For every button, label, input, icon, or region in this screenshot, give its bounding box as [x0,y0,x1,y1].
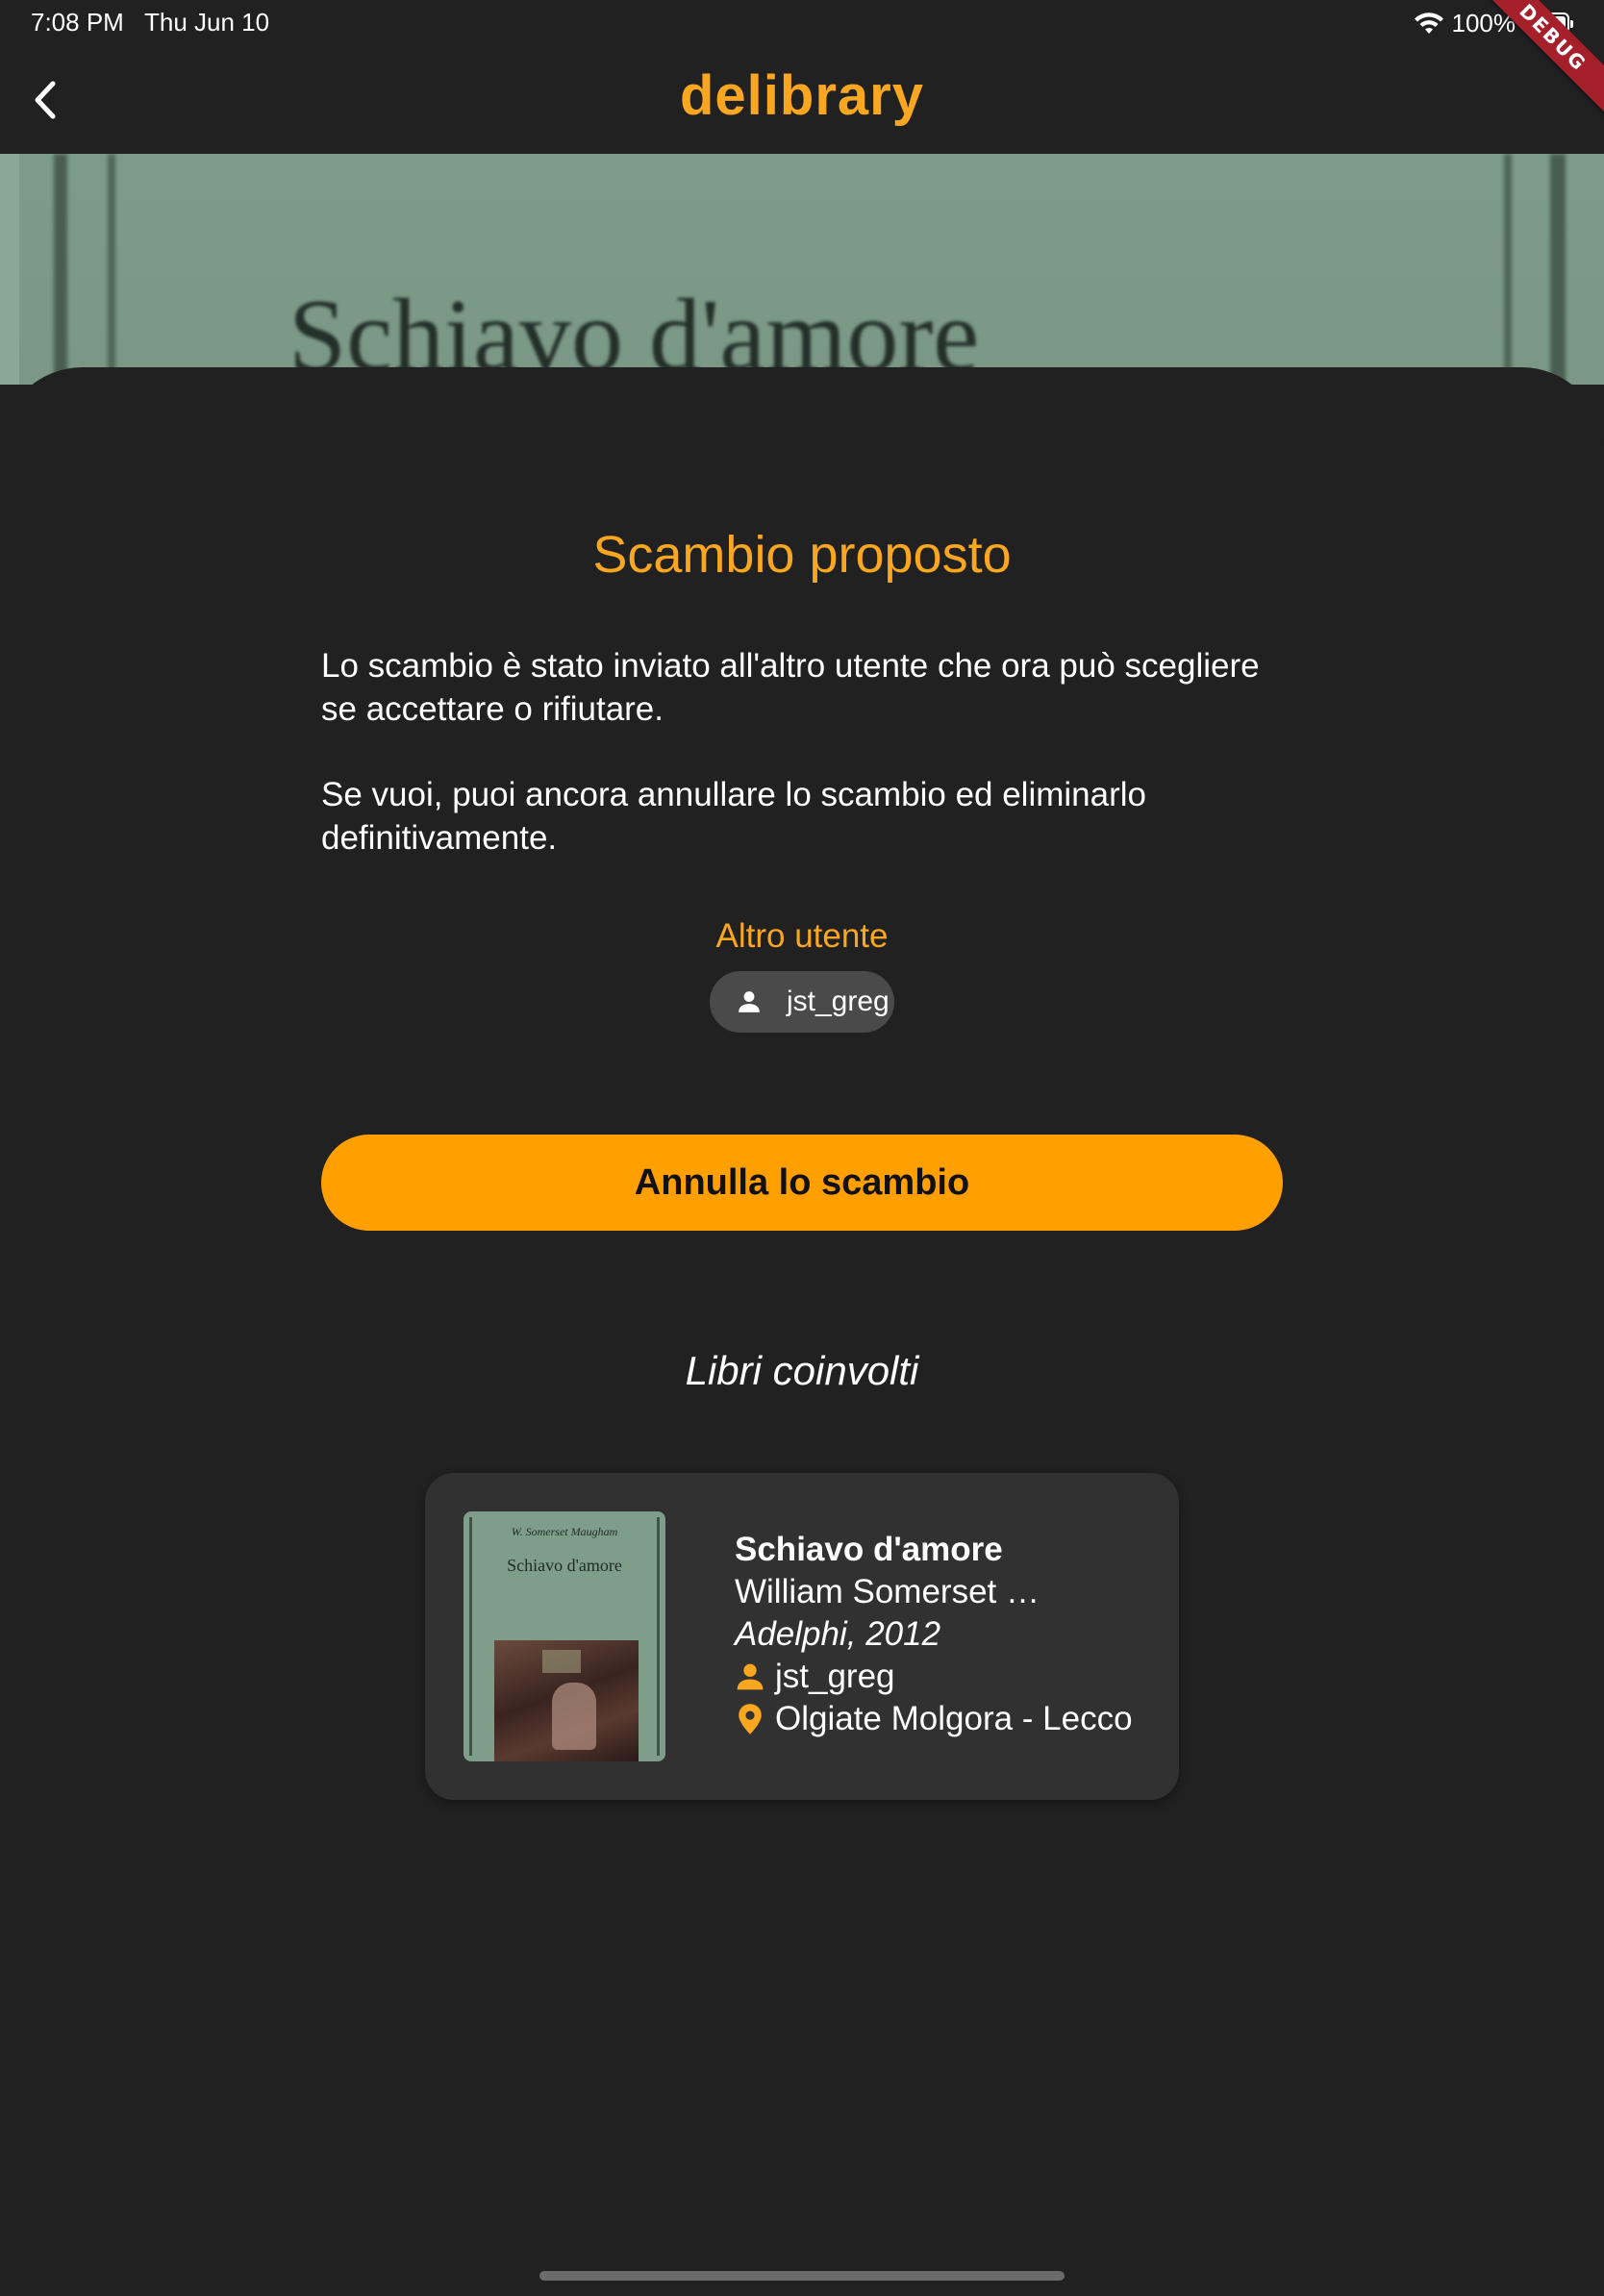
book-author: William Somerset … [735,1573,1040,1610]
person-icon [737,1663,764,1690]
sheet-title: Scambio proposto [592,526,1012,584]
screen: 7:08 PM Thu Jun 10 100% DEBUG delibrary [0,0,1604,2296]
cover-backdrop: Schiavo d'amore [0,154,1604,385]
status-bar: 7:08 PM Thu Jun 10 100% [0,0,1604,46]
exchange-message: Lo scambio è stato inviato all'altro ute… [321,644,1292,902]
cover-painting [494,1640,639,1761]
book-owner: jst_greg [775,1658,895,1695]
book-cover-image: W. Somerset Maugham Schiavo d'amore [464,1511,665,1761]
books-involved-title: Libri coinvolti [685,1348,919,1393]
app-title: delibrary [680,64,924,127]
status-date: Thu Jun 10 [144,8,270,37]
status-time: 7:08 PM [31,8,124,37]
book-publisher: Adelphi, 2012 [735,1615,941,1653]
book-location-row: Olgiate Molgora - Lecco [735,1698,1133,1740]
cover-title-text: Schiavo d'amore [507,1556,622,1575]
book-title: Schiavo d'amore [735,1531,1003,1568]
home-indicator[interactable] [539,2271,1065,2281]
book-info: Schiavo d'amore William Somerset … Adelp… [735,1529,1133,1740]
cover-author-text: W. Somerset Maugham [511,1525,618,1538]
wifi-icon [1414,12,1443,34]
location-pin-icon [739,1704,762,1734]
app-bar: delibrary [0,46,1604,154]
book-owner-row: jst_greg [735,1656,1133,1698]
person-icon [739,991,760,1012]
exchange-sheet: Scambio proposto Lo scambio è stato invi… [0,367,1604,2296]
message-paragraph-2: Se vuoi, puoi ancora annullare lo scambi… [321,776,1146,857]
book-card[interactable]: W. Somerset Maugham Schiavo d'amore Schi… [425,1473,1179,1800]
other-user-name: jst_greg [787,986,890,1017]
book-location: Olgiate Molgora - Lecco [775,1700,1133,1737]
other-user-chip[interactable]: jst_greg [710,971,894,1033]
other-user-label: Altro utente [715,917,889,955]
cancel-exchange-button[interactable]: Annulla lo scambio [321,1135,1283,1231]
message-paragraph-1: Lo scambio è stato inviato all'altro ute… [321,647,1260,728]
